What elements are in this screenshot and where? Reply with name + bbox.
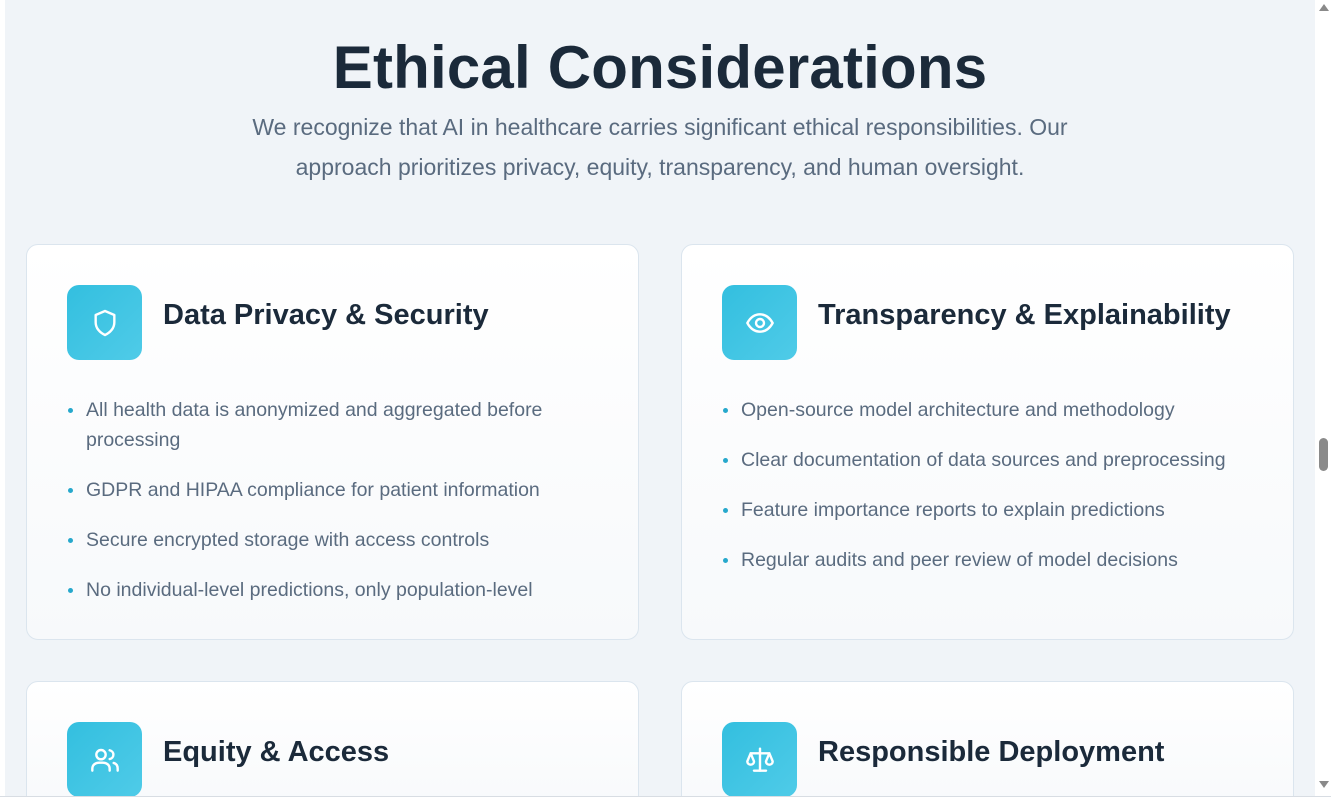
list-item-text: Secure encrypted storage with access con… <box>86 529 490 551</box>
list-item-text: Clear documentation of data sources and … <box>741 449 1226 471</box>
list-item-text: GDPR and HIPAA compliance for patient in… <box>86 479 540 501</box>
bullet-dot <box>68 538 73 543</box>
list-item: Clear documentation of data sources and … <box>722 445 1253 475</box>
bullet-dot <box>68 488 73 493</box>
list-item: No individual-level predictions, only po… <box>67 575 598 605</box>
page-subtitle: We recognize that AI in healthcare carri… <box>252 114 1068 180</box>
bullet-dot <box>723 558 728 563</box>
bullet-list: Open-source model architecture and metho… <box>722 395 1253 595</box>
list-item: Regular audits and peer review of model … <box>722 545 1253 575</box>
list-item-text: Regular audits and peer review of model … <box>741 549 1178 571</box>
list-item: Open-source model architecture and metho… <box>722 395 1253 425</box>
list-item-text: Open-source model architecture and metho… <box>741 399 1175 421</box>
card-data-privacy: Data Privacy & Security All health data … <box>26 244 639 640</box>
card-title: Transparency & Explainability <box>818 299 1231 331</box>
scale-icon <box>722 722 797 796</box>
card-equity-access: Equity & Access <box>26 681 639 796</box>
eye-icon <box>722 285 797 360</box>
scrollbar-thumb[interactable] <box>1319 438 1328 471</box>
bullet-dot <box>68 588 73 593</box>
list-item-text: Feature importance reports to explain pr… <box>741 499 1165 521</box>
list-item: All health data is anonymized and aggreg… <box>67 395 598 455</box>
bullet-dot <box>723 508 728 513</box>
card-title: Responsible Deployment <box>818 736 1165 768</box>
card-transparency: Transparency & Explainability Open-sourc… <box>681 244 1294 640</box>
bullet-dot <box>723 408 728 413</box>
vertical-scrollbar[interactable] <box>1315 0 1331 796</box>
scroll-up-arrow-icon[interactable] <box>1319 4 1329 11</box>
list-item-text: All health data is anonymized and aggreg… <box>86 399 543 451</box>
scroll-down-arrow-icon[interactable] <box>1319 781 1329 788</box>
card-title: Data Privacy & Security <box>163 299 489 331</box>
page-content: Ethical Considerations We recognize that… <box>5 0 1315 796</box>
page-title: Ethical Considerations <box>332 34 988 102</box>
card-responsible-deployment: Responsible Deployment <box>681 681 1294 796</box>
list-item: Secure encrypted storage with access con… <box>67 525 598 555</box>
bullet-dot <box>68 408 73 413</box>
users-icon <box>67 722 142 796</box>
list-item-text: No individual-level predictions, only po… <box>86 579 533 601</box>
card-title: Equity & Access <box>163 736 390 768</box>
shield-icon <box>67 285 142 360</box>
bullet-list: All health data is anonymized and aggreg… <box>67 395 598 625</box>
bullet-dot <box>723 458 728 463</box>
window-bottom-edge <box>0 796 1331 808</box>
list-item: GDPR and HIPAA compliance for patient in… <box>67 475 598 505</box>
list-item: Feature importance reports to explain pr… <box>722 495 1253 525</box>
